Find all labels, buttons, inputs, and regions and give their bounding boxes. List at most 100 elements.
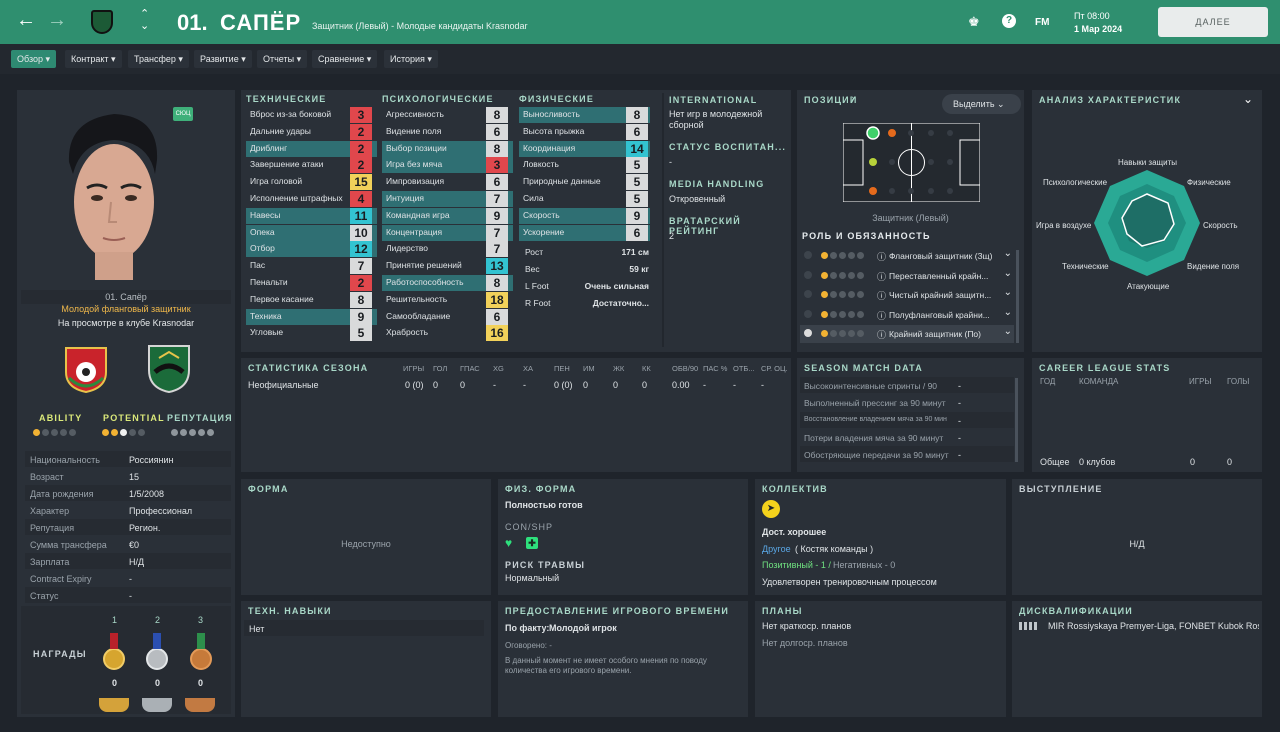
season-col-header[interactable]: СР. ОЦ. [761, 364, 788, 373]
season-col-header[interactable]: ПАС % [703, 364, 727, 373]
attribute-row[interactable]: Выносливость 8 [519, 107, 650, 123]
tab-history[interactable]: История ▾ [384, 50, 438, 68]
attribute-row[interactable]: Решительность 18 [382, 291, 513, 308]
attribute-row[interactable]: Ловкость 5 [519, 157, 650, 174]
attribute-row[interactable]: Видение поля 6 [382, 123, 513, 140]
career-title[interactable]: CAREER LEAGUE STATS [1039, 363, 1170, 373]
attribute-row[interactable]: Высота прыжка 6 [519, 123, 650, 140]
continue-button[interactable]: ДАЛЕЕ [1158, 7, 1268, 37]
team-title[interactable]: КОЛЛЕКТИВ [762, 484, 828, 494]
season-col-header[interactable]: ЖК [613, 364, 624, 373]
chevron-down-icon[interactable]: ⌄ [1004, 268, 1012, 279]
tab-contract[interactable]: Контракт ▾ [65, 50, 122, 68]
attribute-row[interactable]: Дриблинг 2 [246, 140, 377, 157]
attribute-row[interactable]: Агрессивность 8 [382, 107, 513, 123]
season-col-header[interactable]: ОТБ... [733, 364, 755, 373]
attribute-row[interactable]: Самообладание 6 [382, 308, 513, 325]
attribute-row[interactable]: Пенальти 2 [246, 275, 377, 291]
form-title[interactable]: ФОРМА [248, 484, 289, 494]
attribute-row[interactable]: Первое касание 8 [246, 291, 377, 308]
attribute-row[interactable]: Исполнение штрафных 4 [246, 191, 377, 207]
tab-development[interactable]: Развитие ▾ [194, 50, 252, 68]
help-icon[interactable]: ? [1002, 14, 1016, 28]
tab-overview[interactable]: Обзор ▾ [11, 50, 57, 68]
attribute-row[interactable]: Импровизация 6 [382, 174, 513, 191]
highlight-select[interactable]: Выделить ⌄ [942, 94, 1021, 114]
attribute-row[interactable]: Ускорение 6 [519, 224, 650, 241]
attribute-row[interactable]: Угловые 5 [246, 325, 377, 342]
season-col-header[interactable]: XA [523, 364, 533, 373]
attribute-row[interactable]: Игра головой 15 [246, 174, 377, 191]
role-row[interactable]: ⓘ Полуфланговый крайни... ⌄ [800, 306, 1014, 324]
youth-badge[interactable]: СЮЦ [173, 107, 193, 121]
season-col-header[interactable]: ГПАС [460, 364, 480, 373]
attribute-row[interactable]: Концентрация 7 [382, 224, 513, 241]
positions-title[interactable]: ПОЗИЦИИ [804, 95, 858, 105]
info-icon[interactable]: ⓘ [877, 250, 886, 263]
role-row[interactable]: ⓘ Фланговый защитник (Зщ) ⌄ [800, 247, 1014, 265]
attribute-row[interactable]: Выбор позиции 8 [382, 140, 513, 157]
attribute-row[interactable]: Игра без мяча 3 [382, 157, 513, 174]
attribute-row[interactable]: Работоспособность 8 [382, 275, 513, 291]
season-col-header[interactable]: XG [493, 364, 504, 373]
season-col-header[interactable]: ГОЛ [433, 364, 447, 373]
attribute-row[interactable]: Природные данные 5 [519, 174, 650, 191]
up-down-chevron-icon[interactable]: ⌃ ⌄ [140, 8, 149, 32]
attribute-row[interactable]: Сила 5 [519, 191, 650, 207]
positions-chevron-icon[interactable]: › [851, 93, 854, 104]
season-col-header[interactable]: КК [642, 364, 651, 373]
attribute-value: 9 [350, 308, 372, 325]
attribute-row[interactable]: Навесы 11 [246, 207, 377, 224]
plans-title[interactable]: ПЛАНЫ [762, 606, 803, 616]
attribute-row[interactable]: Командная игра 9 [382, 207, 513, 224]
career-col-games: ИГРЫ [1189, 377, 1212, 386]
attribute-row[interactable]: Принятие решений 13 [382, 258, 513, 275]
chevron-down-icon[interactable]: ⌄ [1004, 248, 1012, 259]
attribute-row[interactable]: Скорость 9 [519, 207, 650, 224]
fm-menu-icon[interactable]: FM [1035, 17, 1049, 28]
attribute-row[interactable]: Координация 14 [519, 140, 650, 157]
season-col-header[interactable]: ИМ [583, 364, 595, 373]
season-col-header[interactable]: ОБВ/90 [672, 364, 698, 373]
attribute-row[interactable]: Завершение атаки 2 [246, 157, 377, 174]
attribute-row[interactable]: Вброс из-за боковой 3 [246, 107, 377, 123]
chevron-down-icon[interactable]: ⌄ [1243, 92, 1253, 106]
attribute-row[interactable]: Отбор 12 [246, 241, 377, 258]
back-arrow-icon[interactable]: ← [16, 9, 36, 32]
attribute-row[interactable]: Храбрость 16 [382, 325, 513, 342]
info-icon[interactable]: ⓘ [877, 309, 886, 322]
role-row[interactable]: ⓘ Крайний защитник (По) ⌄ [800, 325, 1014, 343]
chevron-down-icon[interactable]: ⌄ [1004, 287, 1012, 298]
forward-arrow-icon[interactable]: → [47, 9, 67, 32]
tab-transfer[interactable]: Трансфер ▾ [128, 50, 189, 68]
chevron-down-icon[interactable]: ⌄ [1004, 326, 1012, 337]
club-crest-icon[interactable] [145, 342, 193, 394]
nation-logo-icon[interactable] [61, 342, 111, 394]
fitness-title[interactable]: ФИЗ. ФОРМА [505, 484, 576, 494]
chevron-down-icon[interactable]: ⌄ [1004, 307, 1012, 318]
trophy-icon[interactable]: ♚ [968, 14, 980, 30]
attribute-row[interactable]: Техника 9 [246, 308, 377, 325]
role-row[interactable]: ⓘ Переставленный крайн... ⌄ [800, 267, 1014, 285]
pitch-map[interactable] [843, 123, 980, 202]
attribute-row[interactable]: Интуиция 7 [382, 191, 513, 207]
info-icon[interactable]: ⓘ [877, 270, 886, 283]
tab-comparison[interactable]: Сравнение ▾ [312, 50, 378, 68]
info-icon[interactable]: ⓘ [877, 289, 886, 302]
role-row[interactable]: ⓘ Чистый крайний защитн... ⌄ [800, 286, 1014, 304]
attribute-row[interactable]: Пас 7 [246, 258, 377, 275]
info-icon[interactable]: ⓘ [877, 328, 886, 341]
attribute-row[interactable]: Лидерство 7 [382, 241, 513, 258]
tab-reports[interactable]: Отчеты ▾ [257, 50, 308, 68]
club-logo-icon[interactable] [91, 10, 113, 34]
player-subtitle[interactable]: Защитник (Левый) - Молодые кандидаты Kra… [312, 21, 527, 31]
playing-time-title[interactable]: ПРЕДОСТАВЛЕНИЕ ИГРОВОГО ВРЕМЕНИ [505, 606, 729, 616]
match-scrollbar[interactable] [1015, 378, 1018, 462]
season-col-header[interactable]: ИГРЫ [403, 364, 424, 373]
roles-scrollbar[interactable] [1016, 250, 1019, 343]
attribute-name: Лидерство [386, 243, 429, 254]
season-col-header[interactable]: ПЕН [554, 364, 570, 373]
attribute-row[interactable]: Дальние удары 2 [246, 123, 377, 140]
team-others-link[interactable]: Другое [762, 544, 791, 554]
attribute-row[interactable]: Опека 10 [246, 224, 377, 241]
